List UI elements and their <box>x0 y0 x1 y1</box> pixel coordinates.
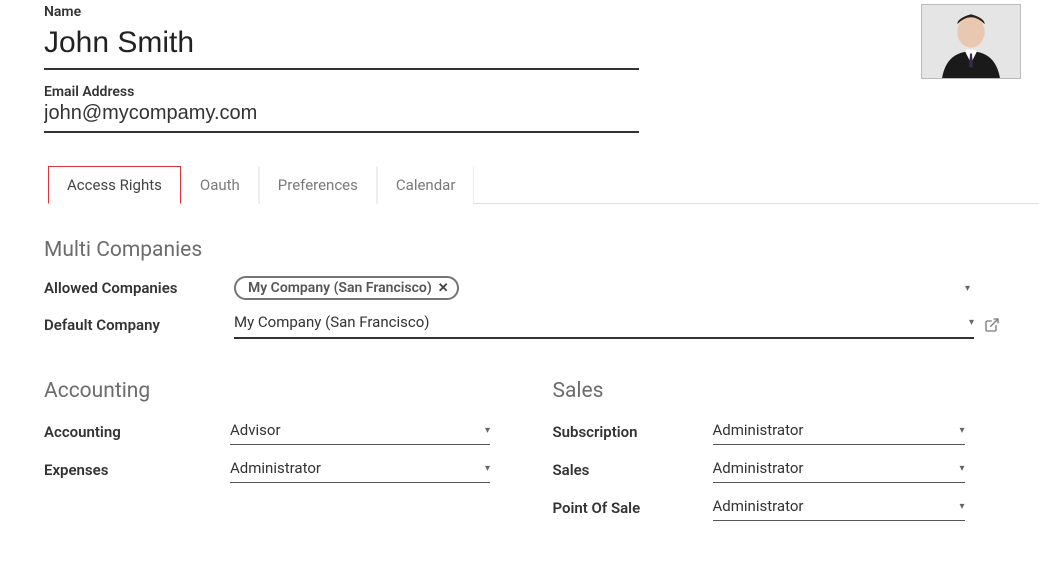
company-tag[interactable]: My Company (San Francisco) ✕ <box>234 276 459 300</box>
multi-companies-section: Multi Companies Allowed Companies My Com… <box>44 238 1031 339</box>
chevron-down-icon[interactable]: ▾ <box>965 283 970 294</box>
avatar[interactable] <box>921 4 1021 79</box>
pos-select[interactable]: Administrator ▾ <box>713 495 965 521</box>
default-company-label: Default Company <box>44 316 234 334</box>
chevron-down-icon: ▾ <box>485 463 490 474</box>
sales-field-label: Sales <box>553 461 713 479</box>
chevron-down-icon[interactable]: ▾ <box>969 317 974 328</box>
email-field-label: Email Address <box>44 84 1031 100</box>
allowed-companies-field[interactable]: My Company (San Francisco) ✕ ▾ <box>234 276 974 300</box>
default-company-select[interactable]: My Company (San Francisco) ▾ <box>234 310 974 339</box>
subscription-field-label: Subscription <box>553 423 713 441</box>
chevron-down-icon: ▾ <box>959 425 964 436</box>
default-company-value: My Company (San Francisco) <box>234 313 969 331</box>
pos-value: Administrator <box>713 497 960 515</box>
sales-section: Sales Subscription Administrator ▾ Sales… <box>553 379 1032 533</box>
tabs-bar: Access Rights Oauth Preferences Calendar <box>48 165 1039 204</box>
subscription-value: Administrator <box>713 421 960 439</box>
accounting-field-label: Accounting <box>44 423 230 441</box>
tab-oauth[interactable]: Oauth <box>181 166 259 204</box>
allowed-companies-label: Allowed Companies <box>44 279 234 297</box>
name-field-label: Name <box>44 4 1031 20</box>
expenses-field-label: Expenses <box>44 461 230 479</box>
remove-tag-icon[interactable]: ✕ <box>438 281 449 296</box>
tab-preferences[interactable]: Preferences <box>259 166 377 204</box>
external-link-icon[interactable] <box>984 317 1000 333</box>
sales-title: Sales <box>553 379 1032 403</box>
sales-value: Administrator <box>713 459 960 477</box>
tab-access-rights[interactable]: Access Rights <box>48 166 181 204</box>
name-input[interactable] <box>44 22 639 70</box>
accounting-title: Accounting <box>44 379 523 403</box>
email-input[interactable] <box>44 100 639 133</box>
company-tag-label: My Company (San Francisco) <box>248 280 432 296</box>
expenses-value: Administrator <box>230 459 485 477</box>
chevron-down-icon: ▾ <box>959 501 964 512</box>
accounting-section: Accounting Accounting Advisor ▾ Expenses… <box>44 379 523 533</box>
expenses-select[interactable]: Administrator ▾ <box>230 457 490 483</box>
sales-select[interactable]: Administrator ▾ <box>713 457 965 483</box>
subscription-select[interactable]: Administrator ▾ <box>713 419 965 445</box>
chevron-down-icon: ▾ <box>959 463 964 474</box>
multi-companies-title: Multi Companies <box>44 238 1031 262</box>
chevron-down-icon: ▾ <box>485 425 490 436</box>
accounting-select[interactable]: Advisor ▾ <box>230 419 490 445</box>
accounting-value: Advisor <box>230 421 485 439</box>
pos-field-label: Point Of Sale <box>553 499 713 517</box>
tab-calendar[interactable]: Calendar <box>377 166 475 204</box>
